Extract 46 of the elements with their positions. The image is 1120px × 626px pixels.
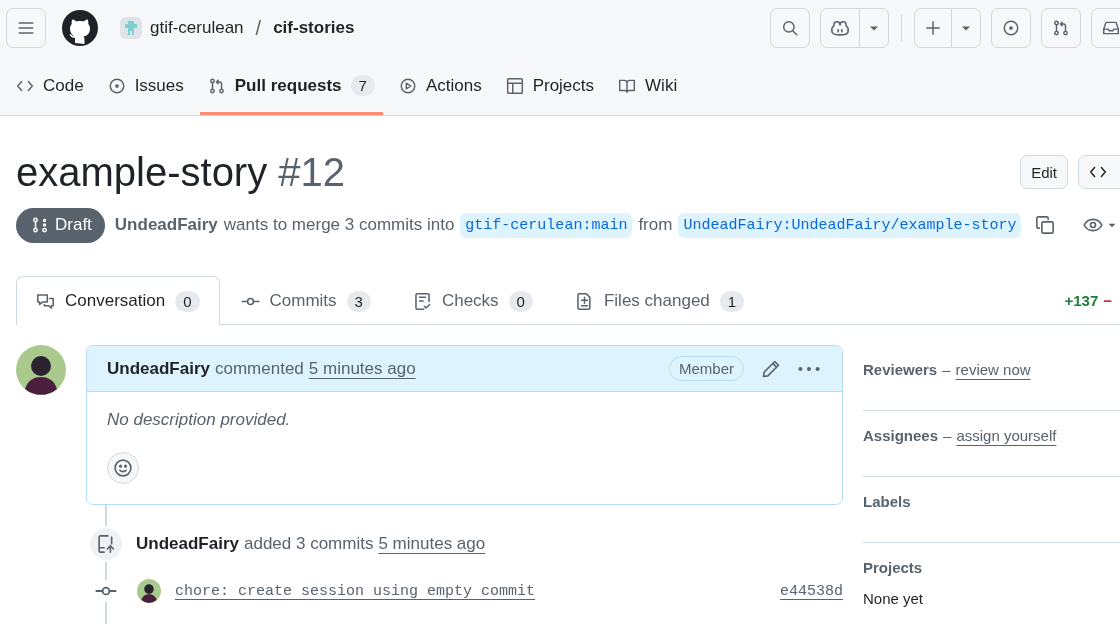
repo-tab[interactable]: Code (8, 56, 92, 115)
counter: 3 (346, 290, 371, 312)
section-heading: Assignees (863, 427, 939, 444)
repo-tab[interactable]: Wiki (610, 56, 686, 115)
comment-action: commented (215, 358, 304, 379)
author-link[interactable]: UndeadFairy (107, 358, 210, 379)
merge-summary: wants to merge 3 commits into (223, 215, 455, 235)
repo-tab[interactable]: Pull requests 7 (199, 56, 383, 115)
repo-tab[interactable]: Actions (390, 56, 490, 115)
pr-tab[interactable]: Commits 3 (219, 276, 392, 325)
comment-body: No description provided. (107, 410, 292, 430)
edit-button[interactable]: Edit (1020, 155, 1068, 189)
commit-sha-link[interactable]: e44538d (780, 582, 843, 600)
branch-label[interactable]: gtif-cerulean:main (460, 212, 633, 238)
pr-tab[interactable]: Conversation 0 (16, 276, 220, 325)
repo-tab[interactable]: Issues (99, 56, 192, 115)
branch-label[interactable]: UndeadFairy:UndeadFairy/example-story (678, 212, 1022, 238)
action-link[interactable]: assign yourself (956, 427, 1057, 444)
counter: 1 (719, 290, 745, 312)
path-separator: / (255, 16, 262, 40)
additions-count: +137 (1064, 291, 1099, 309)
section-heading: Reviewers (863, 361, 938, 378)
counter: 0 (175, 290, 200, 312)
owner-link[interactable]: gtif-cerulean (150, 18, 244, 38)
repo-link[interactable]: cif-stories (273, 18, 355, 38)
commit-message-link[interactable]: chore: create session using empty commit (175, 582, 536, 600)
dash-separator: – (943, 427, 952, 444)
section-heading: Projects (863, 559, 923, 576)
counter: 7 (350, 75, 375, 96)
section-value: None yet (863, 590, 925, 607)
pr-title: example-story #12 (16, 149, 347, 195)
action-link[interactable]: review now (955, 361, 1031, 378)
from-text: from (638, 215, 673, 235)
timestamp-link[interactable]: 5 minutes ago (308, 358, 416, 379)
dash-separator: – (942, 361, 951, 378)
counter: 0 (508, 290, 533, 312)
timestamp-link[interactable]: 5 minutes ago (378, 534, 486, 554)
event-action: added 3 commits (244, 534, 374, 554)
pr-tab[interactable]: Checks 0 (391, 276, 554, 325)
section-heading: Labels (863, 493, 911, 510)
author-link[interactable]: UndeadFairy (136, 534, 239, 554)
deletions-count: − (1103, 291, 1112, 309)
status-badge: Draft (16, 207, 105, 243)
repo-tab[interactable]: Projects (497, 56, 603, 115)
pr-tab[interactable]: Files changed 1 (553, 276, 766, 325)
author-link[interactable]: UndeadFairy (114, 215, 218, 235)
